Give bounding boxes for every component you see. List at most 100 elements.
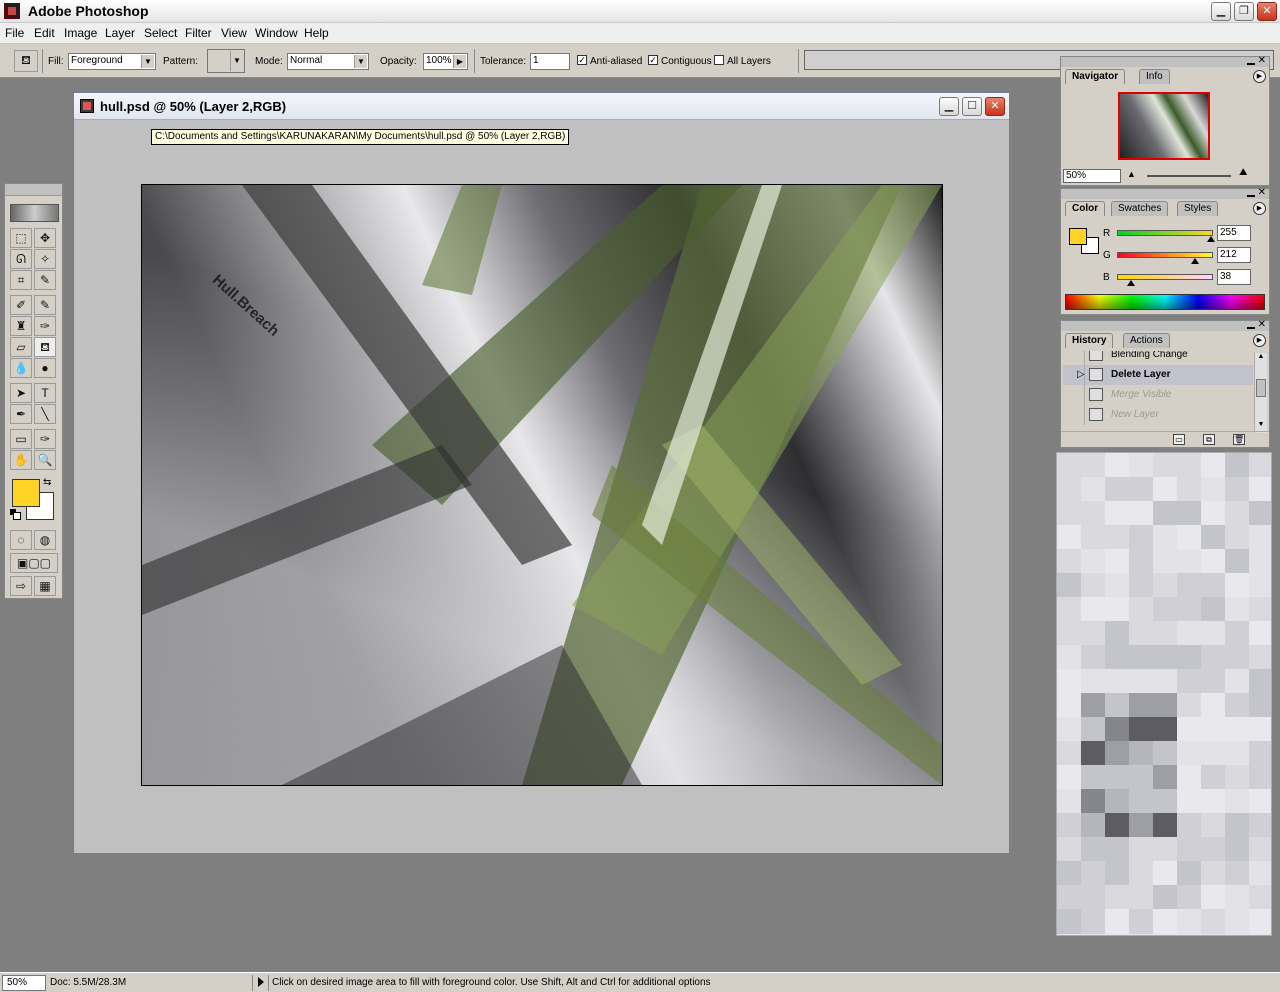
tab-actions[interactable]: Actions: [1123, 333, 1170, 348]
opacity-field[interactable]: 100% ▶: [423, 53, 468, 70]
navigator-zoom-slider[interactable]: [1147, 175, 1231, 177]
quick-mask-mode-icon[interactable]: ◍: [34, 530, 56, 550]
dodge-tool-icon[interactable]: ●: [34, 358, 56, 378]
toolbox-drag-handle[interactable]: [5, 184, 62, 196]
standard-mode-icon[interactable]: ◌: [10, 530, 32, 550]
chevron-right-icon[interactable]: ▶: [453, 55, 466, 68]
clone-stamp-tool-icon[interactable]: ♜: [10, 316, 32, 336]
screen-mode-icons[interactable]: ▣▢▢: [10, 553, 58, 573]
menu-select[interactable]: Select: [144, 26, 177, 40]
panel-drag-handle[interactable]: ✕: [1061, 319, 1269, 331]
notes-tool-icon[interactable]: ▭: [10, 429, 32, 449]
status-menu-arrow-icon[interactable]: [258, 977, 264, 987]
snapshot-source-cell[interactable]: [1063, 385, 1085, 405]
marquee-tool-icon[interactable]: ⬚: [10, 228, 32, 248]
eyedropper-tool-icon[interactable]: ✑: [34, 429, 56, 449]
scroll-up-icon[interactable]: ▲: [1255, 353, 1267, 365]
adobe-online-icon[interactable]: [10, 204, 59, 222]
zoom-out-icon[interactable]: ▲: [1127, 169, 1136, 179]
psd-file-icon[interactable]: [80, 99, 94, 113]
minimize-button[interactable]: ▁: [1211, 2, 1231, 21]
contiguous-checkbox[interactable]: ✓: [648, 55, 658, 65]
close-icon[interactable]: ✕: [1258, 187, 1266, 198]
navigator-zoom-field[interactable]: 50%: [1063, 169, 1121, 183]
green-value-field[interactable]: 212: [1217, 247, 1251, 263]
zoom-tool-icon[interactable]: 🔍: [34, 450, 56, 470]
menu-window[interactable]: Window: [255, 26, 298, 40]
blue-slider-caret[interactable]: [1127, 280, 1135, 286]
snapshot-source-cell[interactable]: [1063, 405, 1085, 425]
foreground-color-swatch[interactable]: [1069, 228, 1087, 245]
pattern-picker[interactable]: ▼: [207, 49, 245, 73]
tab-info[interactable]: Info: [1139, 69, 1170, 84]
path-selection-tool-icon[interactable]: ➤: [10, 383, 32, 403]
type-tool-icon[interactable]: T: [34, 383, 56, 403]
tab-navigator[interactable]: Navigator: [1065, 69, 1126, 84]
tolerance-field[interactable]: 1: [530, 53, 570, 70]
default-colors-icon[interactable]: [10, 509, 21, 520]
red-value-field[interactable]: 255: [1217, 225, 1251, 241]
image-canvas[interactable]: Hull.Breach: [141, 184, 943, 786]
minimize-icon[interactable]: [1247, 190, 1255, 197]
blur-tool-icon[interactable]: 💧: [10, 358, 32, 378]
history-item-active[interactable]: ▷ Delete Layer: [1063, 365, 1253, 385]
panel-menu-icon[interactable]: ▶: [1253, 334, 1266, 347]
history-item[interactable]: New Layer: [1063, 405, 1253, 425]
menu-file[interactable]: File: [5, 26, 24, 40]
green-slider-caret[interactable]: [1191, 258, 1199, 264]
document-title-bar[interactable]: hull.psd @ 50% (Layer 2,RGB) ▁ ☐ ✕: [74, 93, 1009, 120]
minimize-icon[interactable]: [1247, 58, 1255, 65]
create-snapshot-icon[interactable]: ⧉: [1203, 434, 1215, 445]
paint-bucket-tool-icon[interactable]: ⛾: [34, 337, 56, 357]
swap-colors-icon[interactable]: ⇆: [43, 477, 51, 488]
move-tool-icon[interactable]: ✥: [34, 228, 56, 248]
zoom-in-icon[interactable]: ⛰: [1239, 167, 1247, 178]
document-close-button[interactable]: ✕: [985, 97, 1005, 116]
color-spectrum-bar[interactable]: [1065, 294, 1265, 310]
tab-styles[interactable]: Styles: [1177, 201, 1219, 216]
paint-bucket-preset-icon[interactable]: ⛾: [14, 50, 38, 72]
eraser-tool-icon[interactable]: ▱: [10, 337, 32, 357]
panel-menu-icon[interactable]: ▶: [1253, 70, 1266, 83]
anti-aliased-checkbox[interactable]: ✓: [577, 55, 587, 65]
snapshot-source-cell[interactable]: [1063, 351, 1085, 365]
new-document-from-state-icon[interactable]: ▭: [1173, 434, 1185, 445]
restore-button[interactable]: ❐: [1234, 2, 1254, 21]
blue-value-field[interactable]: 38: [1217, 269, 1251, 285]
healing-brush-tool-icon[interactable]: ✐: [10, 295, 32, 315]
mode-select[interactable]: Normal ▼: [287, 53, 369, 70]
panel-menu-icon[interactable]: ▶: [1253, 202, 1266, 215]
menu-view[interactable]: View: [221, 26, 247, 40]
history-scrollbar[interactable]: ▲ ▼: [1254, 353, 1267, 433]
foreground-color-swatch[interactable]: [12, 479, 40, 507]
red-slider-caret[interactable]: [1207, 236, 1215, 242]
history-item[interactable]: Blending Change: [1063, 351, 1253, 365]
close-icon[interactable]: ✕: [1258, 55, 1266, 66]
menu-edit[interactable]: Edit: [34, 26, 55, 40]
crop-tool-icon[interactable]: ⌗: [10, 270, 32, 290]
minimize-icon[interactable]: [1247, 322, 1255, 329]
history-brush-tool-icon[interactable]: ✑: [34, 316, 56, 336]
slice-tool-icon[interactable]: ✎: [34, 270, 56, 290]
pen-tool-icon[interactable]: ✒: [10, 404, 32, 424]
tab-swatches[interactable]: Swatches: [1111, 201, 1169, 216]
menu-help[interactable]: Help: [304, 26, 329, 40]
tab-history[interactable]: History: [1065, 333, 1114, 348]
imageready-icon[interactable]: ▦: [34, 576, 56, 596]
menu-image[interactable]: Image: [64, 26, 97, 40]
trash-icon[interactable]: 🗑: [1233, 434, 1245, 445]
red-channel-slider[interactable]: [1117, 230, 1213, 236]
all-layers-checkbox[interactable]: [714, 55, 724, 65]
menu-layer[interactable]: Layer: [105, 26, 135, 40]
close-icon[interactable]: ✕: [1258, 319, 1266, 330]
navigator-thumbnail[interactable]: [1118, 92, 1210, 160]
scrollbar-thumb[interactable]: [1256, 379, 1266, 397]
line-tool-icon[interactable]: ╲: [34, 404, 56, 424]
hand-tool-icon[interactable]: ✋: [10, 450, 32, 470]
menu-filter[interactable]: Filter: [185, 26, 212, 40]
document-size-info[interactable]: Doc: 5.5M/28.3M: [50, 977, 126, 988]
fill-select[interactable]: Foreground ▼: [68, 53, 156, 70]
magic-wand-tool-icon[interactable]: ✧: [34, 249, 56, 269]
brush-tool-icon[interactable]: ✎: [34, 295, 56, 315]
close-button[interactable]: ✕: [1257, 2, 1277, 21]
